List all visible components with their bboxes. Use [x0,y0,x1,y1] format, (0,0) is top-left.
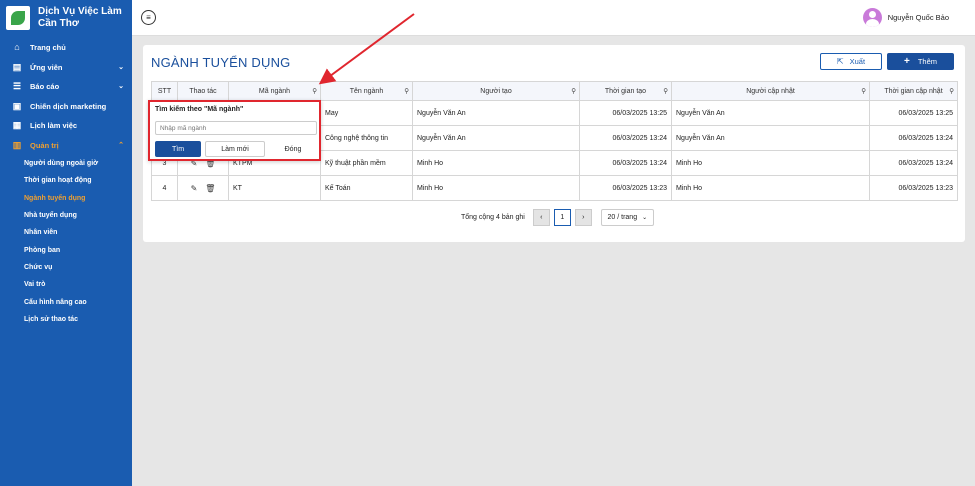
annotation-arrow [318,13,415,85]
